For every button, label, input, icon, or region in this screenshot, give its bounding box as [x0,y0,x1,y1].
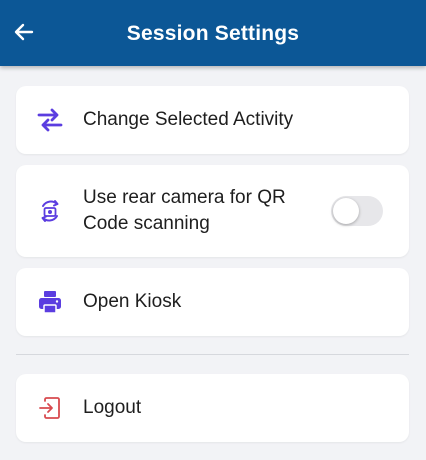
page-title: Session Settings [126,22,300,45]
logout-icon [36,394,64,422]
open-kiosk-item[interactable]: Open Kiosk [16,268,409,336]
toggle-knob [333,198,359,224]
camera-switch-icon [36,197,64,225]
divider [16,354,409,355]
rear-camera-toggle[interactable] [331,196,383,226]
app-bar: Session Settings [0,0,426,66]
printer-icon [36,288,64,316]
swap-arrows-icon [36,106,64,134]
logout-item[interactable]: Logout [16,374,409,442]
rear-camera-label: Use rear camera for QR Code scanning [83,187,286,234]
logout-label: Logout [83,397,142,418]
open-kiosk-label: Open Kiosk [83,291,182,312]
change-selected-activity-label: Change Selected Activity [83,109,294,130]
rear-camera-setting-item: Use rear camera for QR Code scanning [16,165,409,257]
change-selected-activity-item[interactable]: Change Selected Activity [16,86,409,154]
